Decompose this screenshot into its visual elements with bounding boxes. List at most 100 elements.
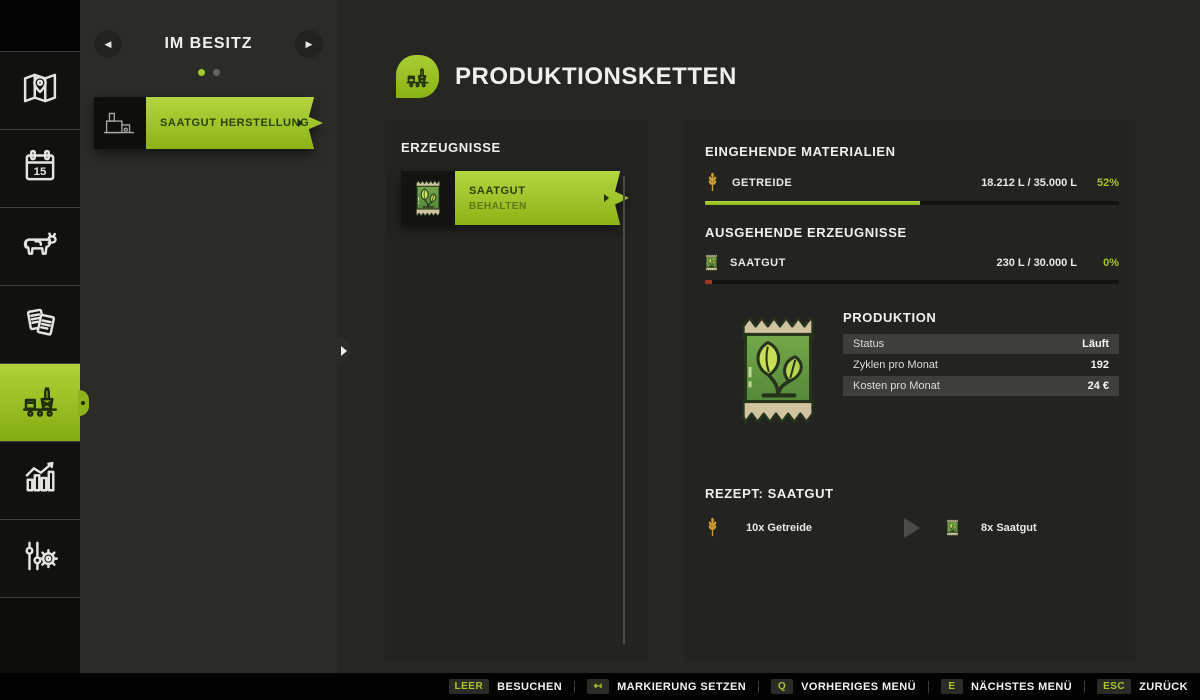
row-value: Läuft bbox=[1082, 338, 1109, 350]
documents-icon bbox=[19, 301, 61, 348]
table-row: Status Läuft bbox=[843, 334, 1119, 354]
product-item-thumbnail bbox=[401, 171, 455, 225]
output-percent: 0% bbox=[1077, 257, 1119, 269]
sidebar-spacer bbox=[0, 0, 80, 51]
output-amount: 230 L / 30.000 L bbox=[996, 257, 1077, 269]
sidebar-filler bbox=[0, 597, 80, 673]
active-tab-dot bbox=[81, 401, 85, 405]
page-next-button[interactable]: ▶ bbox=[295, 30, 323, 58]
row-value: 192 bbox=[1091, 359, 1109, 371]
input-amount: 18.212 L / 35.000 L bbox=[981, 177, 1077, 189]
production-title: PRODUKTION bbox=[843, 310, 1119, 325]
wheat-icon bbox=[705, 172, 720, 193]
factory-thumb-icon bbox=[97, 100, 143, 146]
input-progress-bar bbox=[705, 201, 1119, 205]
bottom-keybind-bar: LEER BESUCHEN ↤ MARKIERUNG SETZEN Q VORH… bbox=[0, 673, 1200, 700]
sidebar-item-calendar[interactable]: 15 bbox=[0, 129, 80, 207]
input-progress-fill bbox=[705, 201, 920, 205]
key-badge-space: LEER bbox=[449, 679, 490, 694]
sidebar-item-map[interactable] bbox=[0, 51, 80, 129]
hint-set-marker: ↤ MARKIERUNG SETZEN bbox=[587, 679, 746, 694]
production-icon bbox=[19, 379, 61, 426]
row-label: Status bbox=[853, 338, 884, 350]
settings-icon bbox=[19, 535, 61, 582]
details-panel: EINGEHENDE MATERIALIEN GETREIDE 18.212 L… bbox=[685, 120, 1135, 660]
inputs-title: EINGEHENDE MATERIALIEN bbox=[705, 144, 1119, 159]
page-dots bbox=[80, 69, 337, 76]
key-badge-e: E bbox=[941, 679, 963, 694]
hint-next-menu: E NÄCHSTES MENÜ bbox=[941, 679, 1072, 694]
products-scrollbar[interactable] bbox=[623, 176, 625, 644]
recipe-row: 10x Getreide 8x Saatgut bbox=[705, 517, 1119, 538]
output-name: SAATGUT bbox=[730, 257, 786, 269]
svg-text:15: 15 bbox=[34, 166, 47, 178]
page-prev-button[interactable]: ◀ bbox=[94, 30, 122, 58]
item-arrow-icon bbox=[604, 194, 609, 202]
row-label: Zyklen pro Monat bbox=[853, 359, 938, 371]
input-percent: 52% bbox=[1077, 177, 1119, 189]
input-row-getreide: GETREIDE 18.212 L / 35.000 L 52% bbox=[705, 172, 1119, 193]
input-name: GETREIDE bbox=[732, 177, 792, 189]
output-progress-fill bbox=[705, 280, 712, 284]
production-chains-icon bbox=[396, 55, 439, 98]
hint-label: MARKIERUNG SETZEN bbox=[617, 681, 746, 693]
recipe-title: REZEPT: SAATGUT bbox=[705, 486, 1119, 501]
table-row: Zyklen pro Monat 192 bbox=[843, 355, 1119, 375]
sidebar: 15 bbox=[0, 0, 80, 673]
statistics-icon bbox=[19, 457, 61, 504]
page-dot-active bbox=[198, 69, 205, 76]
key-badge-q: Q bbox=[771, 679, 793, 694]
hint-separator bbox=[758, 681, 759, 693]
owned-item-saatgut-herstellung[interactable]: SAATGUT HERSTELLUNG bbox=[94, 97, 323, 149]
owned-panel-title: IM BESITZ bbox=[164, 35, 252, 53]
product-item-mode: BEHALTEN bbox=[469, 201, 629, 212]
recipe-arrow-icon bbox=[904, 518, 920, 538]
map-icon bbox=[19, 67, 61, 114]
outputs-title: AUSGEHENDE ERZEUGNISSE bbox=[705, 225, 1119, 240]
hint-back: ESC ZURÜCK bbox=[1097, 679, 1188, 694]
recipe-input-label: 10x Getreide bbox=[746, 522, 812, 534]
hint-label: BESUCHEN bbox=[497, 681, 562, 693]
owned-panel: ◀ IM BESITZ ▶ SAATGUT HERSTELLUNG bbox=[80, 0, 337, 673]
seed-bag-illustration bbox=[737, 310, 819, 428]
hint-visit: LEER BESUCHEN bbox=[449, 679, 563, 694]
recipe-section: REZEPT: SAATGUT 10x Getreide 8x Saatgut bbox=[705, 486, 1119, 538]
hint-previous-menu: Q VORHERIGES MENÜ bbox=[771, 679, 916, 694]
sidebar-item-animals[interactable] bbox=[0, 207, 80, 285]
row-value: 24 € bbox=[1088, 380, 1109, 392]
table-row: Kosten pro Monat 24 € bbox=[843, 376, 1119, 396]
row-label: Kosten pro Monat bbox=[853, 380, 940, 392]
production-section: PRODUKTION Status Läuft Zyklen pro Monat… bbox=[705, 310, 1119, 428]
panel-expander[interactable] bbox=[337, 337, 350, 364]
key-badge-tab: ↤ bbox=[587, 679, 609, 694]
seed-bag-icon bbox=[414, 178, 442, 218]
sidebar-item-production[interactable] bbox=[0, 363, 80, 441]
cow-icon bbox=[19, 223, 61, 270]
item-arrow-icon bbox=[298, 119, 303, 127]
hint-label: VORHERIGES MENÜ bbox=[801, 681, 916, 693]
sidebar-item-settings[interactable] bbox=[0, 519, 80, 597]
seed-bag-icon bbox=[946, 518, 959, 537]
products-panel: ERZEUGNISSE SAATGUT BEHALTEN bbox=[385, 120, 649, 660]
recipe-output-label: 8x Saatgut bbox=[981, 522, 1037, 534]
calendar-icon: 15 bbox=[19, 145, 61, 192]
production-table: Status Läuft Zyklen pro Monat 192 Kosten… bbox=[843, 334, 1119, 396]
page-dot bbox=[213, 69, 220, 76]
wheat-icon bbox=[705, 517, 720, 538]
sidebar-item-statistics[interactable] bbox=[0, 441, 80, 519]
output-row-saatgut: SAATGUT 230 L / 30.000 L 0% bbox=[705, 253, 1119, 272]
main-header: PRODUKTIONSKETTEN bbox=[396, 55, 737, 98]
hint-separator bbox=[574, 681, 575, 693]
app-window: 15 bbox=[0, 0, 1200, 700]
output-progress-bar bbox=[705, 280, 1119, 284]
hint-separator bbox=[1084, 681, 1085, 693]
page-title: PRODUKTIONSKETTEN bbox=[455, 63, 737, 91]
key-badge-esc: ESC bbox=[1097, 679, 1131, 694]
owned-item-thumbnail bbox=[94, 97, 146, 149]
sidebar-item-contracts[interactable] bbox=[0, 285, 80, 363]
product-item-saatgut[interactable]: SAATGUT BEHALTEN bbox=[401, 171, 629, 225]
products-panel-title: ERZEUGNISSE bbox=[401, 140, 633, 155]
expander-arrow-icon bbox=[341, 346, 347, 356]
hint-separator bbox=[928, 681, 929, 693]
seed-bag-icon bbox=[705, 253, 718, 272]
